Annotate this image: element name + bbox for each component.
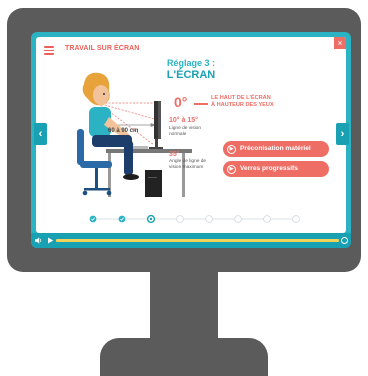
play-icon[interactable]: [47, 237, 54, 244]
distance-label: 60 à 90 cm: [108, 128, 139, 134]
progressive-lenses-button[interactable]: ▶ Verres progressifs: [223, 161, 329, 177]
max-angle-desc: Angle de ligne de vision maximum: [169, 159, 207, 170]
step-dot-completed[interactable]: [118, 215, 126, 223]
computer-tower: [145, 170, 162, 197]
play-circle-icon: ▶: [227, 144, 236, 154]
step-dot[interactable]: [263, 215, 271, 223]
recommendation-button[interactable]: ▶ Préconisation matériel: [223, 141, 329, 157]
max-angle-value: 35°: [169, 151, 180, 158]
monitor-stand-neck: [150, 272, 218, 338]
recommendation-label: Préconisation matériel: [240, 145, 311, 152]
play-circle-icon: ▶: [227, 164, 236, 174]
app-screen: TRAVAIL SUR ÉCRAN × Réglage 3 : L'ÉCRAN: [31, 32, 351, 248]
volume-icon[interactable]: [35, 237, 42, 244]
zero-degree-line: [194, 103, 208, 105]
media-progress-fill: [56, 239, 339, 242]
step-dot[interactable]: [292, 215, 300, 223]
current-step-marker: [149, 217, 153, 221]
step-progress: [89, 214, 300, 224]
zero-degree-text: LE HAUT DE L'ÉCRAN À HAUTEUR DES YEUX: [211, 95, 274, 108]
progressive-lenses-label: Verres progressifs: [240, 165, 298, 172]
step-dot[interactable]: [205, 215, 213, 223]
slide-content: TRAVAIL SUR ÉCRAN × Réglage 3 : L'ÉCRAN: [36, 37, 346, 233]
normal-angle-value: 10° à 15°: [169, 117, 198, 124]
settings-icon[interactable]: [341, 237, 348, 244]
media-progress-track[interactable]: [56, 239, 339, 242]
step-dot-completed[interactable]: [89, 215, 97, 223]
monitor-stand-base: [100, 338, 268, 376]
media-player-bar: [31, 233, 351, 248]
step-dot[interactable]: [234, 215, 242, 223]
zero-degree-label: 0°: [174, 94, 188, 110]
normal-angle-desc: Ligne de vision normale: [169, 126, 202, 137]
prev-slide-button[interactable]: ‹: [34, 123, 47, 145]
step-dot[interactable]: [176, 215, 184, 223]
next-slide-button[interactable]: ›: [336, 123, 349, 145]
